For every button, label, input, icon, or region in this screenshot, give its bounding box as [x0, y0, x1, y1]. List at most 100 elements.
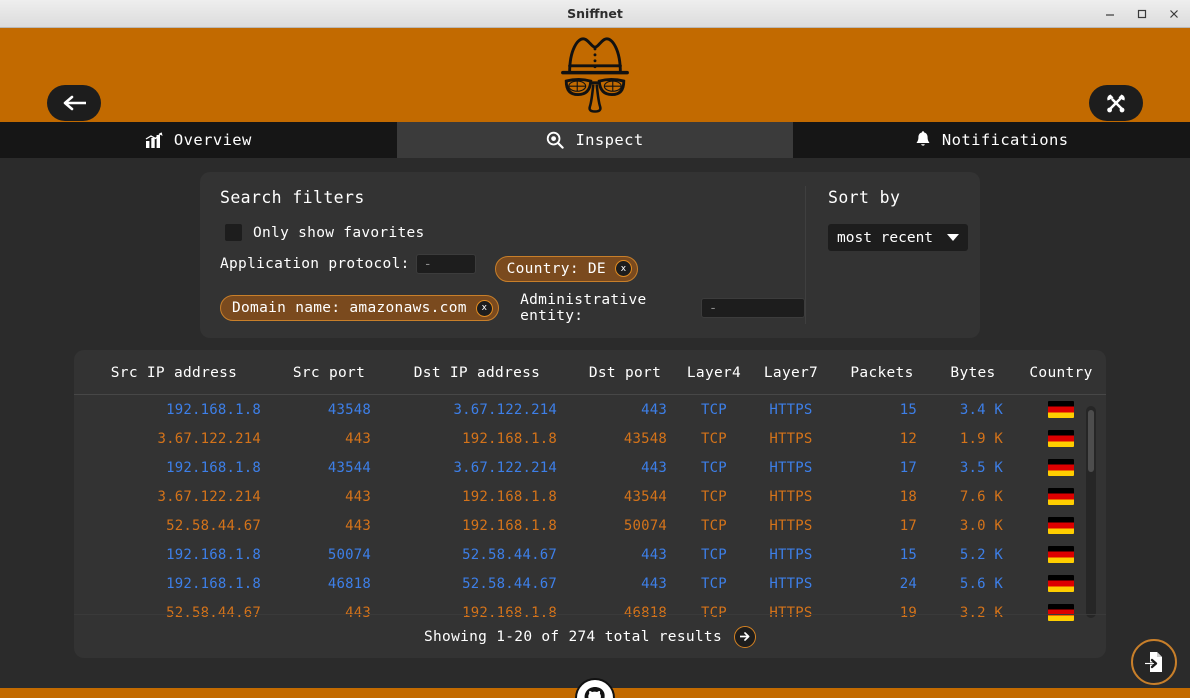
cell-packets: 15 [899, 401, 917, 418]
cell-packets: 17 [899, 517, 917, 534]
next-page-button[interactable] [733, 625, 756, 648]
tab-inspect[interactable]: Inspect [396, 122, 794, 158]
flag-de-icon [1048, 517, 1074, 534]
maximize-icon[interactable] [1134, 6, 1150, 22]
flag-de-icon [1048, 488, 1074, 505]
cell-layer7: HTTPS [769, 401, 813, 418]
app-footer: Version 1.2.0 (latest) Made with ♥ by Gi… [0, 678, 1190, 698]
flag-de-icon [1048, 459, 1074, 476]
cell-src-port: 50074 [327, 546, 371, 563]
app-header [0, 28, 1190, 122]
only-show-favorites-label: Only show favorites [253, 224, 425, 241]
column-header-src-ip[interactable]: Src IP address [74, 350, 274, 394]
tab-overview-label: Overview [173, 131, 252, 149]
column-header-packets[interactable]: Packets [834, 350, 930, 394]
tools-icon [1107, 94, 1125, 113]
cell-packets: 17 [899, 459, 917, 476]
tab-notifications-label: Notifications [941, 131, 1069, 149]
cell-layer4: TCP [701, 459, 727, 476]
cell-layer7: HTTPS [769, 517, 813, 534]
cell-src-ip: 192.168.1.8 [166, 401, 261, 418]
column-header-layer7[interactable]: Layer7 [748, 350, 834, 394]
column-header-layer4[interactable]: Layer4 [680, 350, 748, 394]
cell-dst-ip: 52.58.44.67 [462, 575, 557, 592]
cell-dst-ip: 3.67.122.214 [453, 459, 557, 476]
column-header-bytes[interactable]: Bytes [930, 350, 1016, 394]
cell-src-ip: 192.168.1.8 [166, 546, 261, 563]
settings-button[interactable] [1089, 85, 1143, 121]
search-filters-title: Search filters [220, 188, 365, 207]
application-protocol-input[interactable]: - [415, 254, 476, 274]
cell-src-ip: 192.168.1.8 [166, 575, 261, 592]
country-filter-label: Country: DE [506, 260, 606, 277]
domain-name-filter-chip[interactable]: Domain name: amazonaws.com x [220, 295, 499, 321]
cell-bytes: 3.4 K [959, 401, 1003, 418]
cell-bytes: 3.5 K [959, 459, 1003, 476]
cell-src-ip: 52.58.44.67 [166, 517, 261, 534]
cell-bytes: 3.0 K [959, 517, 1003, 534]
back-button[interactable] [47, 85, 101, 121]
cell-src-port: 46818 [327, 575, 371, 592]
table-row[interactable]: 192.168.1.8 43544 3.67.122.214 443 TCP HTTPS 1… [74, 453, 1106, 482]
table-scrollbar-thumb[interactable] [1088, 410, 1094, 472]
bell-icon [915, 131, 931, 149]
tab-notifications[interactable]: Notifications [793, 122, 1190, 158]
tab-overview[interactable]: Overview [0, 122, 397, 158]
sort-by-dropdown[interactable]: most recent [828, 224, 968, 251]
administrative-entity-label: Administrative entity: [520, 292, 647, 324]
pagination-status: Showing 1-20 of 274 total results [424, 628, 722, 645]
cell-src-ip: 192.168.1.8 [166, 459, 261, 476]
cell-layer4: TCP [701, 517, 727, 534]
cell-dst-port: 43548 [623, 430, 667, 447]
cell-dst-port: 443 [641, 575, 667, 592]
column-header-dst-port[interactable]: Dst port [570, 350, 680, 394]
cell-src-port: 43544 [327, 459, 371, 476]
chart-icon [145, 132, 163, 149]
column-header-country[interactable]: Country [1016, 350, 1106, 394]
domain-admin-row: Domain name: amazonaws.com x Administrat… [220, 292, 805, 324]
arrow-left-icon [63, 95, 86, 111]
table-scrollbar[interactable] [1086, 406, 1096, 618]
cell-bytes: 1.9 K [959, 430, 1003, 447]
sort-by-section: Sort by most recent [806, 172, 980, 338]
cell-layer4: TCP [701, 488, 727, 505]
window-title: Sniffnet [567, 6, 623, 21]
column-header-dst-ip[interactable]: Dst IP address [384, 350, 570, 394]
cell-packets: 18 [899, 488, 917, 505]
table-row[interactable]: 3.67.122.214 443 192.168.1.8 43544 TCP HTTPS 1… [74, 482, 1106, 511]
cell-packets: 24 [899, 575, 917, 592]
country-filter-chip[interactable]: Country: DE x [494, 255, 638, 282]
incognito-logo-icon [561, 37, 629, 113]
table-row[interactable]: 192.168.1.8 46818 52.58.44.67 443 TCP HTTPS 24… [74, 569, 1106, 598]
table-row[interactable]: 192.168.1.8 43548 3.67.122.214 443 TCP HTTPS 1… [74, 395, 1106, 424]
cell-bytes: 5.2 K [959, 546, 1003, 563]
column-header-src-port[interactable]: Src port [274, 350, 384, 394]
table-row[interactable]: 3.67.122.214 443 192.168.1.8 43548 TCP HTTPS 1… [74, 424, 1106, 453]
flag-de-icon [1048, 546, 1074, 563]
cell-layer7: HTTPS [769, 575, 813, 592]
domain-name-filter-clear-icon[interactable]: x [475, 299, 493, 317]
flag-de-icon [1048, 401, 1074, 418]
favorites-filter-row: Only show favorites [220, 224, 805, 241]
cell-dst-port: 443 [641, 546, 667, 563]
cell-dst-port: 43544 [623, 488, 667, 505]
table-row[interactable]: 52.58.44.67 443 192.168.1.8 50074 TCP HTTPS 17… [74, 511, 1106, 540]
tab-inspect-label: Inspect [575, 131, 644, 149]
table-row[interactable]: 192.168.1.8 50074 52.58.44.67 443 TCP HTTPS 15… [74, 540, 1106, 569]
magnifier-icon [546, 131, 565, 149]
export-button[interactable] [1131, 639, 1177, 685]
close-icon[interactable] [1166, 6, 1182, 22]
file-export-icon [1145, 652, 1162, 672]
cell-src-ip: 3.67.122.214 [157, 488, 261, 505]
only-show-favorites-checkbox[interactable] [225, 224, 242, 241]
administrative-entity-filter: Administrative entity: - [520, 292, 805, 324]
administrative-entity-input[interactable]: - [700, 298, 805, 318]
country-filter-clear-icon[interactable]: x [614, 260, 632, 277]
cell-layer7: HTTPS [769, 459, 813, 476]
minimize-icon[interactable] [1102, 6, 1118, 22]
domain-name-filter-label: Domain name: amazonaws.com [232, 300, 467, 316]
connections-table-body: 192.168.1.8 43548 3.67.122.214 443 TCP HTTPS 1… [74, 395, 1106, 627]
connections-table-card: Src IP address Src port Dst IP address D… [74, 350, 1106, 658]
table-header-row: Src IP address Src port Dst IP address D… [74, 350, 1106, 394]
cell-layer7: HTTPS [769, 546, 813, 563]
